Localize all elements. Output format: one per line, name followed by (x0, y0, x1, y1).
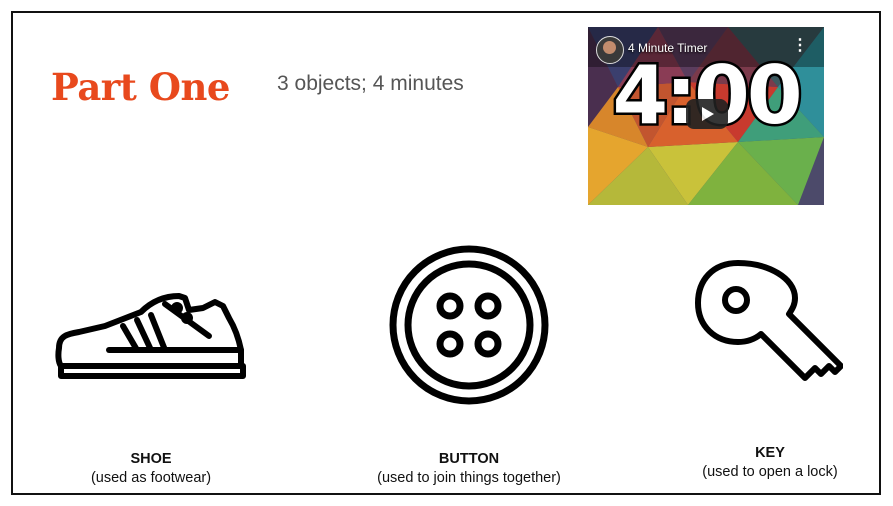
object-name: BUTTON (438, 451, 500, 467)
object-description: (used as footwear) (90, 470, 212, 486)
button-icon (389, 245, 549, 405)
object-label-button: BUTTON (used to join things together) (349, 450, 589, 488)
object-name: KEY (755, 445, 785, 461)
key-icon (695, 260, 843, 381)
slide: Part One 3 objects; 4 minutes 4 Minute T… (11, 11, 881, 495)
object-description: (used to join things together) (377, 470, 561, 486)
page-subtitle: 3 objects; 4 minutes (277, 72, 464, 95)
youtube-play-icon[interactable] (686, 99, 728, 129)
object-label-key: KEY (used to open a lock) (675, 444, 865, 482)
shoe-icon (55, 293, 246, 379)
page-title: Part One (51, 65, 230, 109)
video-embed[interactable]: 4 Minute Timer ⋮ 4:00 (588, 27, 824, 205)
object-description: (used to open a lock) (702, 464, 838, 480)
object-name: SHOE (130, 451, 172, 467)
object-label-shoe: SHOE (used as footwear) (71, 450, 231, 488)
